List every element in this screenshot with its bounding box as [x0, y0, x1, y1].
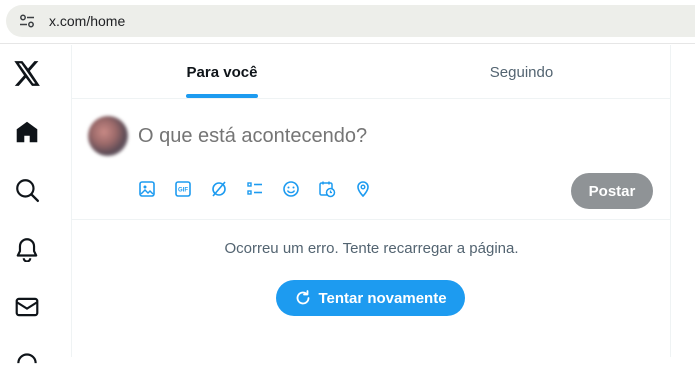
retry-button[interactable]: Tentar novamente — [276, 280, 465, 316]
compose-input[interactable] — [138, 123, 538, 149]
tab-for-you[interactable]: Para você — [72, 45, 372, 99]
emoji-icon[interactable] — [281, 179, 301, 199]
sidebar-nav — [0, 45, 72, 364]
notifications-bell-icon[interactable] — [11, 233, 43, 265]
x-logo-icon[interactable] — [11, 57, 43, 89]
messages-envelope-icon[interactable] — [11, 291, 43, 323]
media-image-icon[interactable] — [137, 179, 157, 199]
refresh-icon — [297, 290, 310, 305]
tab-following[interactable]: Seguindo — [372, 45, 671, 99]
svg-text:GIF: GIF — [178, 188, 188, 194]
location-pin-icon[interactable] — [353, 179, 373, 199]
search-icon[interactable] — [11, 174, 43, 206]
home-icon[interactable] — [11, 116, 43, 148]
site-settings-icon[interactable] — [14, 8, 40, 34]
error-message: Ocorreu um erro. Tente recarregar a pági… — [224, 240, 519, 257]
gif-icon[interactable]: GIF — [173, 179, 193, 199]
more-nav-icon[interactable] — [11, 345, 43, 377]
schedule-icon[interactable] — [317, 179, 337, 199]
active-tab-indicator — [186, 94, 258, 98]
grok-icon[interactable] — [209, 179, 229, 199]
retry-label: Tentar novamente — [318, 289, 447, 307]
browser-toolbar: x.com/home — [0, 0, 695, 44]
main-timeline: Para você Seguindo GIF — [72, 45, 671, 357]
address-bar[interactable]: x.com/home — [6, 5, 695, 37]
timeline-tabs: Para você Seguindo — [72, 45, 671, 99]
url-text[interactable]: x.com/home — [49, 13, 125, 29]
avatar[interactable] — [88, 116, 128, 156]
post-button[interactable]: Postar — [571, 173, 653, 209]
poll-list-icon[interactable] — [245, 179, 265, 199]
